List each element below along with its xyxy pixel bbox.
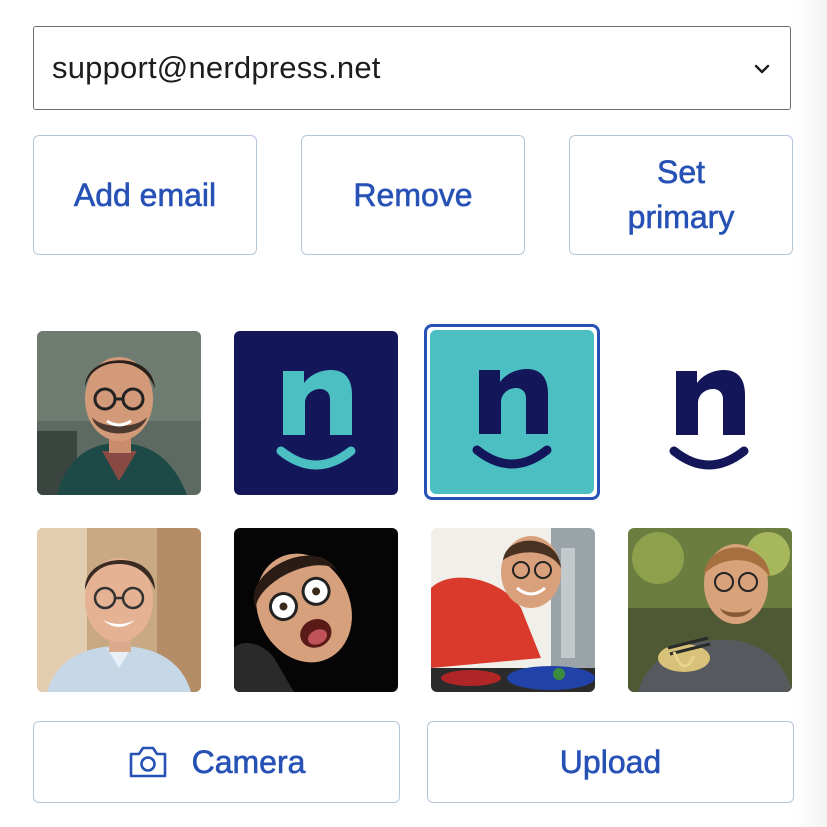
avatar-option-photo-1[interactable]	[37, 331, 201, 495]
email-select-value: support@nerdpress.net	[52, 50, 381, 85]
upload-button[interactable]: Upload	[427, 721, 794, 803]
avatar-photo	[234, 528, 398, 692]
avatar-option-photo-3[interactable]	[234, 528, 398, 692]
avatar-option-logo-navy[interactable]	[234, 331, 398, 495]
set-primary-label: Set primary	[627, 154, 735, 235]
logo-n-icon	[627, 331, 791, 495]
upload-label: Upload	[559, 743, 662, 780]
logo-n-icon	[234, 331, 398, 495]
avatar-photo	[628, 528, 792, 692]
camera-label: Camera	[191, 743, 306, 780]
avatar-option-photo-5[interactable]	[628, 528, 792, 692]
set-primary-button[interactable]: Set primary	[569, 135, 793, 255]
chevron-down-icon	[754, 64, 770, 74]
avatar-option-logo-white[interactable]	[627, 331, 791, 495]
avatar-photo	[431, 528, 595, 692]
email-select[interactable]: support@nerdpress.net	[33, 26, 791, 110]
camera-button[interactable]: Camera	[33, 721, 400, 803]
camera-icon	[129, 746, 166, 778]
remove-button[interactable]: Remove	[301, 135, 525, 255]
remove-label: Remove	[353, 176, 473, 213]
avatar-photo	[37, 331, 201, 495]
add-email-button[interactable]: Add email	[33, 135, 257, 255]
avatar-option-photo-2[interactable]	[37, 528, 201, 692]
avatar-option-logo-teal[interactable]	[430, 330, 594, 494]
avatar-option-photo-4[interactable]	[431, 528, 595, 692]
logo-n-icon	[430, 330, 594, 494]
avatar-photo	[37, 528, 201, 692]
add-email-label: Add email	[73, 176, 217, 213]
